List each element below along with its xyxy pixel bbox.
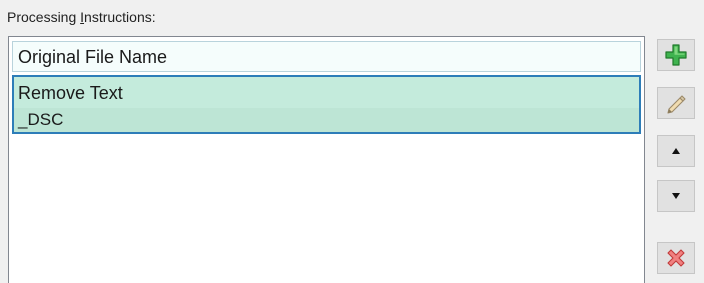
list-item-remove-text[interactable]: Remove Text _DSC (12, 75, 641, 134)
arrow-down-icon (672, 193, 680, 199)
add-instruction-button[interactable] (657, 39, 695, 71)
delete-x-icon (667, 249, 685, 267)
remove-instruction-button[interactable] (657, 242, 695, 274)
edit-instruction-button[interactable] (657, 87, 695, 119)
list-item-title: Original File Name (18, 47, 168, 67)
move-up-button[interactable] (657, 135, 695, 167)
list-item-title: Remove Text (18, 83, 123, 103)
arrow-up-icon (672, 148, 680, 154)
instructions-list[interactable]: Original File Name Remove Text _DSC (8, 36, 645, 283)
list-item-original-file-name[interactable]: Original File Name (12, 41, 641, 72)
processing-instructions-label: Processing Instructions: (7, 9, 156, 25)
plus-icon (665, 44, 687, 66)
move-down-button[interactable] (657, 180, 695, 212)
list-item-detail: _DSC (14, 108, 639, 132)
pencil-icon (667, 95, 686, 114)
